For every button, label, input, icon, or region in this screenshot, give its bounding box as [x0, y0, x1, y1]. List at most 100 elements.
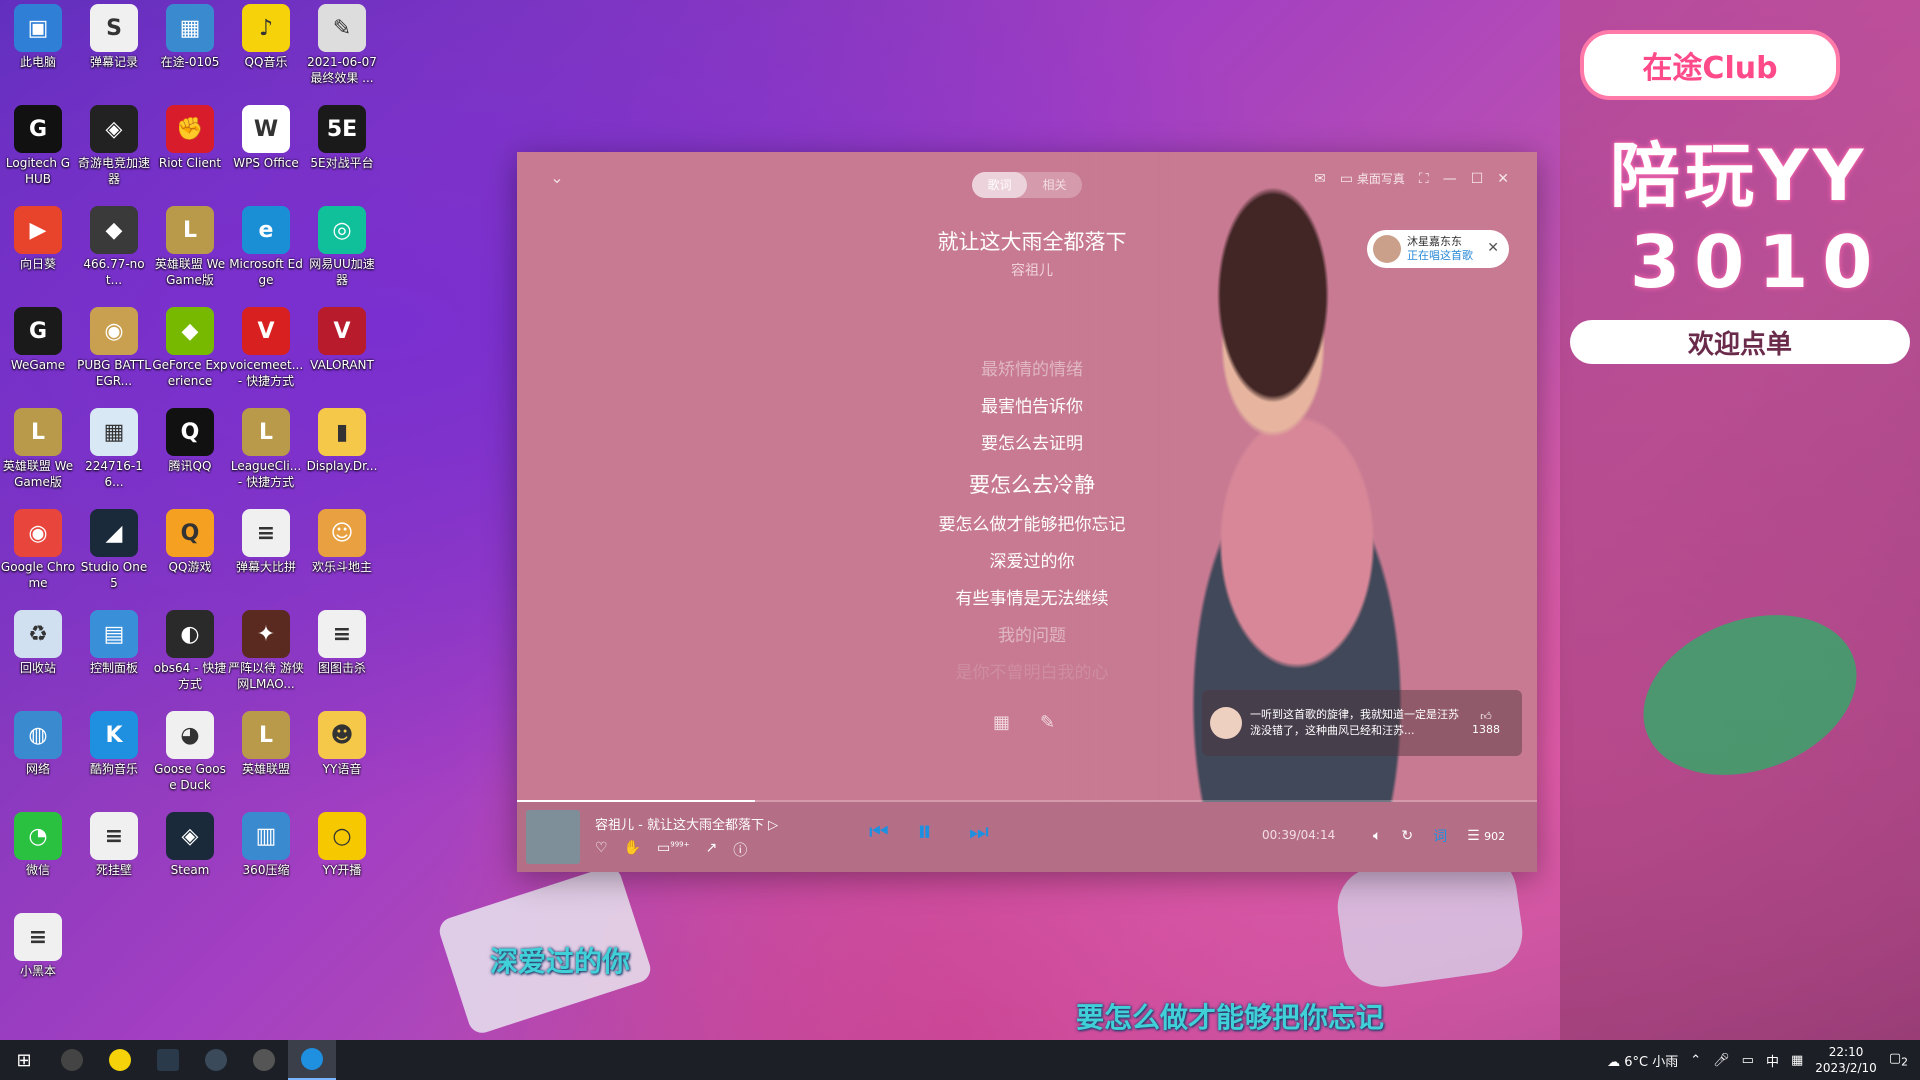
lyric-line[interactable]: 是你不曾明白我的心: [767, 655, 1297, 692]
listener-card[interactable]: 沐星嘉东东 正在唱这首歌 ✕: [1367, 230, 1509, 268]
taskbar-qiyou-app[interactable]: [48, 1040, 96, 1080]
desktop-icon[interactable]: ✊ Riot Client: [152, 101, 228, 201]
desktop-icon[interactable]: 5E 5E对战平台: [304, 101, 380, 201]
desktop-icon[interactable]: ✎ 2021-06-07 最终效果 ...: [304, 0, 380, 100]
volume-icon[interactable]: 🔈︎: [1373, 828, 1381, 844]
desktop-icon[interactable]: ▤ 控制面板: [76, 606, 152, 706]
desktop-lyric-line-2[interactable]: 要怎么做才能够把你忘记: [1076, 996, 1384, 1036]
song-artist[interactable]: 容祖儿: [817, 260, 1247, 280]
desktop-icon[interactable]: ≡ 死挂壁: [76, 808, 152, 908]
lyric-line[interactable]: 有些事情是无法继续: [767, 581, 1297, 618]
lyric-line[interactable]: 最害怕告诉你: [767, 389, 1297, 426]
taskbar-kugou-app[interactable]: [288, 1040, 336, 1080]
desktop-icon[interactable]: ≡ 弹幕大比拼: [228, 505, 304, 605]
lyric-line[interactable]: 我的问题: [767, 618, 1297, 655]
desktop-icon[interactable]: Q 腾讯QQ: [152, 404, 228, 504]
close-icon[interactable]: ✕: [1497, 171, 1509, 187]
desktop-icon[interactable]: K 酷狗音乐: [76, 707, 152, 807]
desktop-icon[interactable]: ◕ Goose Goose Duck: [152, 707, 228, 807]
network-icon[interactable]: ▭: [1742, 1053, 1754, 1068]
now-playing-text[interactable]: 容祖儿 - 就让这大雨全都落下: [595, 818, 764, 833]
desktop-icon[interactable]: ○ YY开播: [304, 808, 380, 908]
chevron-up-icon[interactable]: ⌃: [1690, 1053, 1701, 1068]
desktop-icon[interactable]: ☻ YY语音: [304, 707, 380, 807]
desktop-icon[interactable]: V VALORANT: [304, 303, 380, 403]
desktop-icon[interactable]: ◐ obs64 - 快捷方式: [152, 606, 228, 706]
mail-icon[interactable]: ✉: [1314, 171, 1326, 187]
desktop-icon[interactable]: ≡ 图图击杀: [304, 606, 380, 706]
tab-lyrics[interactable]: 歌词: [972, 172, 1027, 198]
next-icon[interactable]: ⏭: [969, 820, 989, 845]
album-cover[interactable]: [526, 810, 580, 864]
desktop-icon[interactable]: ◎ 网易UU加速器: [304, 202, 380, 302]
lyric-line[interactable]: 深爱过的你: [767, 544, 1297, 581]
desktop-icon[interactable]: L LeagueCli... - 快捷方式: [228, 404, 304, 504]
desktop-photo-button[interactable]: ▭ 桌面写真: [1340, 170, 1405, 187]
lyric-line[interactable]: 最矫情的情绪: [767, 352, 1297, 389]
desktop-icon[interactable]: ♪ QQ音乐: [228, 0, 304, 100]
desktop-icon[interactable]: G Logitech G HUB: [0, 101, 76, 201]
desktop-icon[interactable]: ◈ 奇游电竞加速器: [76, 101, 152, 201]
desktop-icon[interactable]: ☺ 欢乐斗地主: [304, 505, 380, 605]
taskbar-steam-app[interactable]: [192, 1040, 240, 1080]
share-icon[interactable]: ↗: [705, 840, 717, 860]
desktop-icon[interactable]: ▮ Display.Dr...: [304, 404, 380, 504]
desktop-icon[interactable]: Q QQ游戏: [152, 505, 228, 605]
microphone-icon[interactable]: 🎤︎: [1713, 1053, 1730, 1068]
desktop-icon[interactable]: ◢ Studio One 5: [76, 505, 152, 605]
repeat-icon[interactable]: ↻: [1401, 828, 1413, 844]
desktop-icon[interactable]: ▥ 360压缩: [228, 808, 304, 908]
desktop-icon[interactable]: ▶ 向日葵: [0, 202, 76, 302]
lyric-line-current[interactable]: 要怎么做才能够把你忘记: [767, 507, 1297, 544]
desktop-icon[interactable]: ◍ 网络: [0, 707, 76, 807]
ime-indicator[interactable]: 中: [1766, 1051, 1779, 1070]
playlist-button[interactable]: ☰ 902: [1467, 828, 1505, 844]
desktop-icon[interactable]: Vvoicemeet... - 快捷方式: [228, 303, 304, 403]
desktop-icon[interactable]: ✦ 严阵以待 游侠网LMAO...: [228, 606, 304, 706]
pause-icon[interactable]: ⏸: [917, 814, 932, 849]
desktop-icon[interactable]: W WPS Office: [228, 101, 304, 201]
karaoke-mic-icon[interactable]: ✎: [1040, 712, 1055, 733]
close-listener-icon[interactable]: ✕: [1487, 240, 1499, 256]
comments-button[interactable]: ▭999+: [657, 840, 689, 860]
desktop-icon[interactable]: ◆ GeForce Experience: [152, 303, 228, 403]
taskbar-qqmusic-app[interactable]: [96, 1040, 144, 1080]
taskbar-studioone-app[interactable]: [144, 1040, 192, 1080]
fullscreen-icon[interactable]: ⛶: [1419, 171, 1429, 187]
cheer-icon[interactable]: ✋: [624, 840, 641, 860]
minimize-icon[interactable]: —: [1443, 171, 1457, 187]
windows-start-icon[interactable]: ⊞: [0, 1040, 48, 1080]
keyboard-grid-icon[interactable]: ▦: [1791, 1053, 1803, 1068]
like-button[interactable]: 👍︎ 1388: [1472, 710, 1500, 736]
desktop-icon[interactable]: S 弹幕记录: [76, 0, 152, 100]
film-icon[interactable]: ▦: [993, 712, 1010, 733]
heart-icon[interactable]: ♡: [595, 840, 608, 860]
mv-icon[interactable]: ▷: [768, 818, 778, 833]
maximize-icon[interactable]: ☐: [1471, 171, 1484, 187]
desktop-icon[interactable]: ◉ PUBG BATTLEGR...: [76, 303, 152, 403]
desktop-icon[interactable]: ◔ 微信: [0, 808, 76, 908]
desktop-icon[interactable]: L 英雄联盟 WeGame版: [0, 404, 76, 504]
desktop-icon[interactable]: ▣ 此电脑: [0, 0, 76, 100]
desktop-icon[interactable]: ◆ 466.77-not...: [76, 202, 152, 302]
lyric-line[interactable]: 要怎么去冷静: [767, 463, 1297, 507]
hot-comment[interactable]: 一听到这首歌的旋律，我就知道一定是汪苏泷没错了，这种曲风已经和汪苏... 👍︎ …: [1202, 690, 1522, 756]
desktop-icon[interactable]: ◉ Google Chrome: [0, 505, 76, 605]
clock[interactable]: 22:10 2023/2/10: [1815, 1044, 1877, 1076]
desktop-icon[interactable]: ♻ 回收站: [0, 606, 76, 706]
weather-widget[interactable]: ☁ 6°C 小雨: [1607, 1051, 1678, 1070]
desktop-icon[interactable]: e Microsoft Edge: [228, 202, 304, 302]
desktop-icon[interactable]: ◈ Steam: [152, 808, 228, 908]
tab-related[interactable]: 相关: [1027, 172, 1082, 198]
notification-center[interactable]: ▢2: [1889, 1051, 1908, 1069]
desktop-icon[interactable]: G WeGame: [0, 303, 76, 403]
desktop-icon[interactable]: ≡ 小黑本: [0, 909, 76, 1009]
lyric-line[interactable]: 要怎么去证明: [767, 426, 1297, 463]
desktop-icon[interactable]: L 英雄联盟 WeGame版: [152, 202, 228, 302]
info-icon[interactable]: ⓘ: [733, 840, 747, 860]
desktop-lyric-line-1[interactable]: 深爱过的你: [490, 940, 630, 980]
desktop-icon[interactable]: ▦ 224716-16...: [76, 404, 152, 504]
previous-icon[interactable]: ⏮: [869, 820, 889, 845]
desktop-icon[interactable]: ▦ 在途-0105: [152, 0, 228, 100]
desktop-icon[interactable]: L 英雄联盟: [228, 707, 304, 807]
